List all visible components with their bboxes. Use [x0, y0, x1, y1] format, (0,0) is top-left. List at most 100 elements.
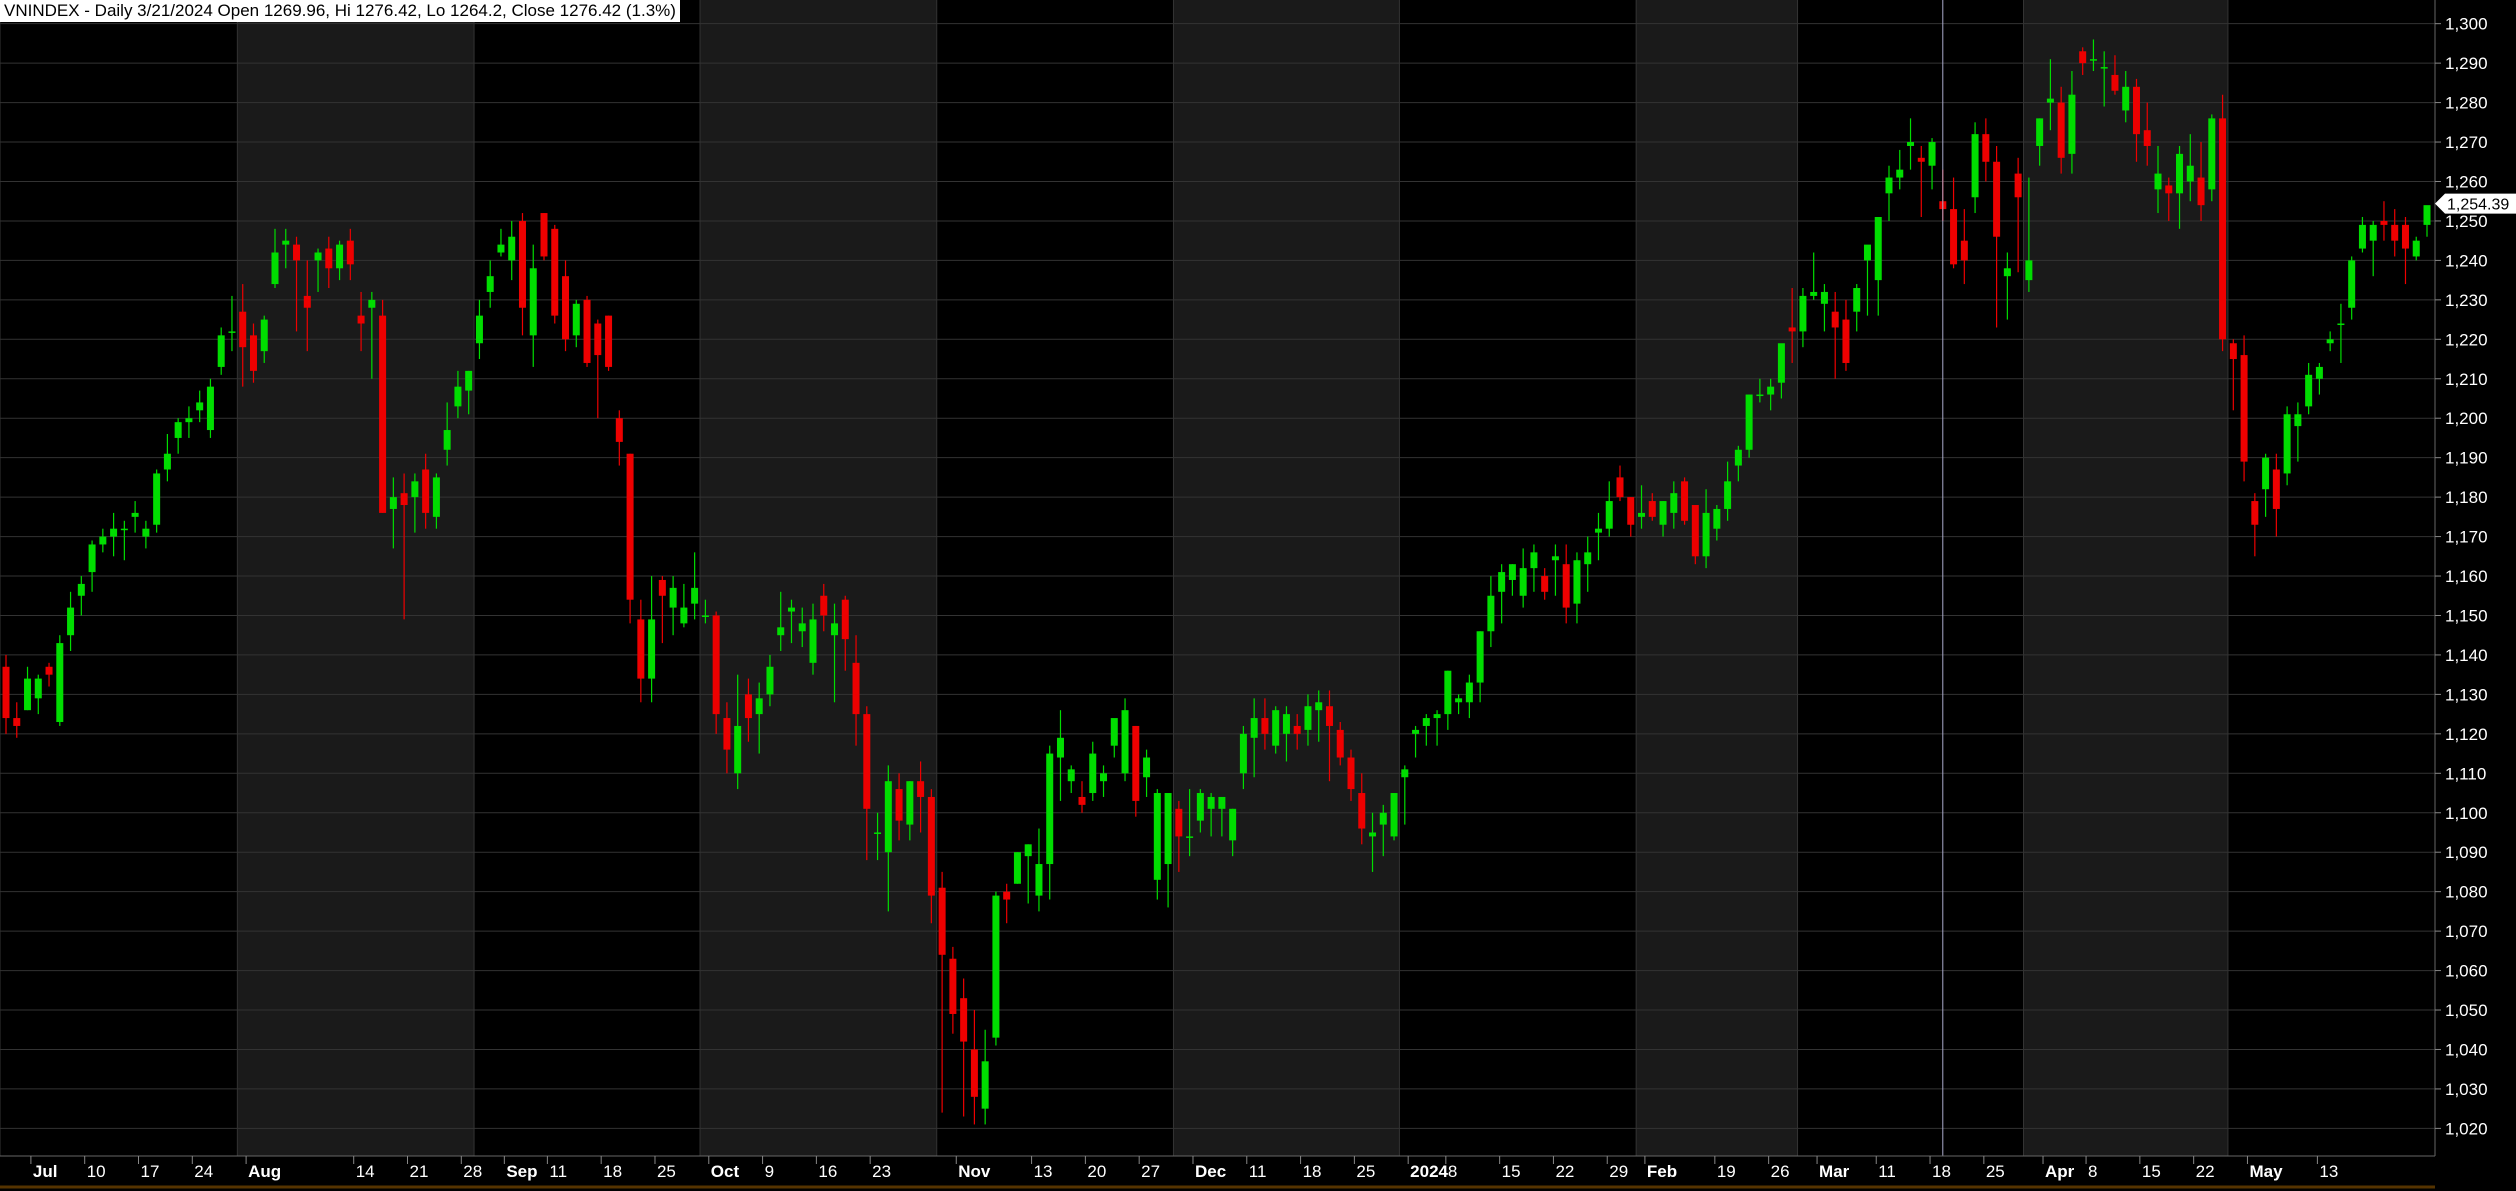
candle-body	[2122, 86, 2130, 111]
candle-body	[2294, 414, 2302, 427]
candle	[206, 378, 214, 438]
candle-body	[949, 958, 957, 1014]
y-tick-label: 1,170	[2445, 528, 2488, 547]
candle-body	[336, 244, 344, 269]
candlestick-chart[interactable]: 1,020 1,030 1,040 1,050 1,060 1,070 1,080 1,090…	[0, 0, 2516, 1191]
candle-body	[2315, 366, 2323, 379]
candle-body	[303, 295, 311, 308]
candle-body	[45, 666, 53, 675]
candle-body	[2079, 51, 2087, 64]
candle-body	[1648, 501, 1656, 517]
x-tick-label: Dec	[1195, 1162, 1226, 1181]
candle-body	[615, 418, 623, 442]
candle-body	[422, 469, 430, 513]
x-tick-label: 25	[1986, 1162, 2005, 1181]
candle-body	[863, 714, 871, 809]
candle-body	[1853, 288, 1861, 312]
candle-body	[1196, 793, 1204, 821]
candle-body	[540, 213, 548, 257]
x-tick-label: 24	[194, 1162, 213, 1181]
candle-body	[56, 643, 64, 723]
candle-body	[1315, 702, 1323, 711]
candle-body	[1541, 576, 1549, 592]
candle-body	[820, 595, 828, 616]
x-tick-label: Jul	[33, 1162, 58, 1181]
candle-body	[454, 386, 462, 407]
candle-body	[368, 299, 376, 308]
candle	[153, 469, 161, 533]
candle-body	[1616, 477, 1624, 498]
candle-body	[2283, 414, 2291, 474]
x-tick-label: 25	[657, 1162, 676, 1181]
candle-body	[841, 599, 849, 640]
month-band	[2023, 0, 2228, 1156]
candle-body	[1143, 757, 1151, 778]
candle-body	[1885, 177, 1893, 194]
x-tick-label: Apr	[2045, 1162, 2075, 1181]
candle-body	[744, 694, 752, 719]
candle-body	[1573, 560, 1581, 604]
y-tick-label: 1,150	[2445, 606, 2488, 625]
x-tick-label: 11	[549, 1162, 567, 1181]
candle-body	[1175, 808, 1183, 837]
candle-body	[1121, 710, 1129, 774]
candle-body	[400, 493, 408, 506]
candle-body	[906, 781, 914, 825]
candle-body	[131, 512, 139, 517]
candle-body	[669, 587, 677, 608]
candle-body	[1056, 737, 1064, 758]
candle-body	[1681, 481, 1689, 521]
candle-body	[1950, 209, 1958, 265]
candle-body	[1110, 718, 1118, 746]
candle-body	[1433, 714, 1441, 719]
month-band	[237, 0, 475, 1156]
candle-body	[992, 895, 1000, 1038]
candle-body	[658, 579, 666, 596]
candle-body	[2046, 98, 2054, 103]
y-tick-label: 1,210	[2445, 370, 2488, 389]
candle	[992, 891, 1000, 1046]
candle-body	[314, 252, 322, 261]
candle	[1745, 394, 1753, 458]
candle-body	[1508, 564, 1516, 580]
candle-body	[1250, 718, 1258, 738]
candle-body	[142, 528, 150, 537]
candle-body	[2305, 374, 2313, 407]
candle-body	[2391, 224, 2399, 241]
candle-body	[1390, 793, 1398, 837]
candle-body	[1767, 386, 1775, 395]
x-tick-label: Mar	[1819, 1162, 1850, 1181]
y-tick-label: 1,030	[2445, 1080, 2488, 1099]
candle-body	[927, 796, 935, 896]
candle-body	[1358, 793, 1366, 829]
candle	[56, 635, 64, 726]
candle-body	[2240, 355, 2248, 462]
candle-body	[1917, 157, 1925, 162]
candle	[2240, 335, 2248, 482]
candle-body	[2186, 165, 2194, 182]
candle-body	[34, 678, 42, 699]
candle-body	[766, 666, 774, 695]
candle-body	[1982, 134, 1990, 162]
candle-body	[1078, 796, 1086, 805]
candle-body	[605, 315, 613, 367]
x-tick-label: 13	[1034, 1162, 1053, 1181]
candle-body	[2111, 74, 2119, 91]
candle-body	[99, 536, 107, 545]
candle-body	[777, 627, 785, 636]
candle-body	[1422, 718, 1430, 726]
candle-body	[562, 276, 570, 340]
y-tick-label: 1,250	[2445, 212, 2488, 231]
candle-body	[970, 1049, 978, 1097]
candle-body	[884, 781, 892, 853]
candle-body	[411, 481, 419, 498]
candle-body	[1229, 808, 1237, 841]
candle-body	[1702, 512, 1710, 557]
candle	[583, 295, 591, 367]
candle-body	[637, 619, 645, 679]
candle-body	[2251, 501, 2259, 525]
candle-body	[1304, 706, 1312, 730]
y-tick-label: 1,120	[2445, 725, 2488, 744]
candle-body	[1831, 311, 1839, 328]
x-tick-label: 28	[463, 1162, 482, 1181]
